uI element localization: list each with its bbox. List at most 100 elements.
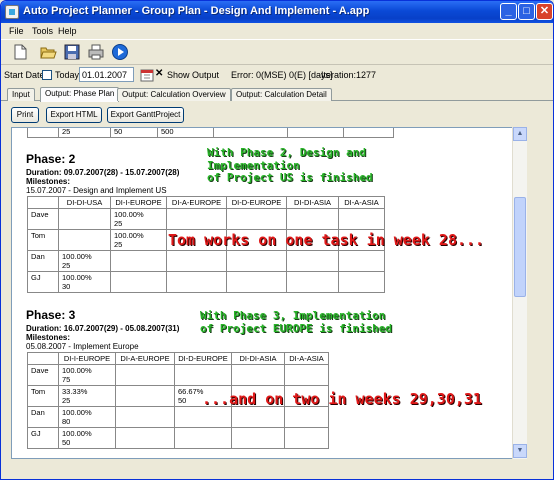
phase-3-title: Phase: 3 xyxy=(26,308,76,322)
menu-help[interactable]: Help xyxy=(58,26,77,36)
table-cell xyxy=(166,250,227,272)
iteration-status: Iteration:1277 xyxy=(321,70,377,80)
column-header: DI-DI-ASIA xyxy=(286,196,339,209)
table-row: GJ 100.00% 50 xyxy=(27,427,329,449)
table-cell xyxy=(286,271,339,293)
today-checkbox[interactable] xyxy=(42,70,52,80)
column-header: DI-A-ASIA xyxy=(284,352,329,365)
tab-calculation-detail[interactable]: Output: Calculation Detail xyxy=(231,88,332,101)
column-header: DI-A-EUROPE xyxy=(166,196,227,209)
print-icon[interactable] xyxy=(87,43,105,61)
action-buttons: Print Export HTML Export GanttProject xyxy=(1,107,553,123)
table-header-row: DI-DI-USA DI-I-EUROPE DI-A-EUROPE DI-D-EURO… xyxy=(27,196,385,209)
table-cell: 500 xyxy=(157,128,214,138)
annotation-week-28: Tom works on one task in week 28... xyxy=(168,231,485,249)
table-cell: 100.00% 25 xyxy=(110,208,167,230)
table-row: Dave 100.00% 75 xyxy=(27,364,329,386)
menu-tools[interactable]: Tools xyxy=(32,26,53,36)
table-header-row: DI-I-EUROPE DI-A-EUROPE DI-D-EUROPE DI-DI-A… xyxy=(27,352,329,365)
column-header: DI-DI-ASIA xyxy=(231,352,285,365)
table-cell: 25 xyxy=(58,128,111,138)
table-cell xyxy=(174,364,232,386)
table-cell xyxy=(286,208,339,230)
table-cell: 100.00% 75 xyxy=(58,364,116,386)
column-header xyxy=(27,196,59,209)
run-icon[interactable] xyxy=(111,43,129,61)
tab-phase-plan[interactable]: Output: Phase Plan xyxy=(40,87,120,102)
table-cell xyxy=(284,406,329,428)
close-button[interactable]: ✕ xyxy=(536,3,553,20)
table-cell xyxy=(231,427,285,449)
table-cell xyxy=(226,271,287,293)
options-row: Start Date Today 01.01.2007 ✕ Show Outpu… xyxy=(1,66,553,84)
export-html-button[interactable]: Export HTML xyxy=(46,107,102,123)
table-cell xyxy=(174,406,232,428)
column-header: DI-DI-USA xyxy=(58,196,111,209)
table-cell xyxy=(115,406,175,428)
row-label: Dave xyxy=(27,208,59,230)
scroll-down-button[interactable]: ▼ xyxy=(513,444,527,458)
table-cell xyxy=(338,271,385,293)
print-button[interactable]: Print xyxy=(11,107,39,123)
phase-3-milestones-label: Milestones: xyxy=(26,333,71,342)
maximize-button[interactable]: □ xyxy=(518,3,535,20)
table-cell xyxy=(110,250,167,272)
table-cell: 100.00% 25 xyxy=(110,229,167,251)
error-status: Error: 0(MSE) 0(E) [days] xyxy=(231,70,333,80)
vertical-scrollbar[interactable]: ▲ ▼ xyxy=(512,127,527,459)
table-cell: 33.33% 25 xyxy=(58,385,116,407)
table-cell: 100.00% 50 xyxy=(58,427,116,449)
phase-2-title: Phase: 2 xyxy=(26,152,76,166)
save-icon[interactable] xyxy=(63,43,81,61)
column-header: DI-A-ASIA xyxy=(338,196,385,209)
table-cell xyxy=(286,250,339,272)
scroll-thumb[interactable] xyxy=(514,197,526,297)
row-label: GJ xyxy=(27,271,59,293)
column-header: DI-D-EUROPE xyxy=(226,196,287,209)
row-label: Dan xyxy=(27,406,59,428)
tab-strip: Input Output: Phase Plan Output: Calcula… xyxy=(1,87,553,102)
previous-phase-table: 25 50 500 xyxy=(27,128,394,138)
calendar-icon[interactable] xyxy=(140,68,154,82)
start-date-input[interactable]: 01.01.2007 xyxy=(79,67,134,82)
phase-3-milestone: 05.08.2007 - Implement Europe xyxy=(26,342,139,351)
annotation-line: With Phase 3, Implementation of Project … xyxy=(200,309,393,335)
new-doc-icon[interactable] xyxy=(11,43,29,61)
minimize-button[interactable]: _ xyxy=(500,3,517,20)
row-label: Dan xyxy=(27,250,59,272)
open-folder-icon[interactable] xyxy=(39,43,57,61)
table-cell: 100.00% 30 xyxy=(58,271,111,293)
phase-2-milestone: 15.07.2007 - Design and Implement US xyxy=(26,186,167,195)
tab-input[interactable]: Input xyxy=(7,88,35,101)
table-cell xyxy=(58,208,111,230)
table-cell xyxy=(231,406,285,428)
table-cell xyxy=(58,229,111,251)
scroll-up-button[interactable]: ▲ xyxy=(513,127,527,141)
menu-file[interactable]: File xyxy=(9,26,24,36)
today-label: Today xyxy=(55,70,80,80)
toolbar xyxy=(1,39,553,65)
table-cell xyxy=(115,427,175,449)
show-output-checkbox[interactable]: ✕ xyxy=(155,68,163,79)
table-cell xyxy=(226,250,287,272)
table-cell xyxy=(226,208,287,230)
window-title: Auto Project Planner - Group Plan - Desi… xyxy=(23,5,370,17)
column-header: DI-I-EUROPE xyxy=(58,352,116,365)
column-header: DI-D-EUROPE xyxy=(174,352,232,365)
row-label: Tom xyxy=(27,229,59,251)
row-label: GJ xyxy=(27,427,59,449)
status-bar xyxy=(1,464,553,479)
table-cell xyxy=(338,250,385,272)
table-cell xyxy=(110,271,167,293)
table-cell xyxy=(338,208,385,230)
table-cell: 100.00% 25 xyxy=(58,250,111,272)
tab-calculation-overview[interactable]: Output: Calculation Overview xyxy=(117,88,231,101)
table-cell xyxy=(115,364,175,386)
annotation-phase-2: With Phase 2, Design and Implementation … xyxy=(207,146,373,185)
row-label: Dave xyxy=(27,364,59,386)
table-cell xyxy=(115,385,175,407)
row-label: Tom xyxy=(27,385,59,407)
table-cell xyxy=(284,427,329,449)
annotation-line: With Phase 2, Design and Implementation … xyxy=(207,146,373,185)
export-gantt-button[interactable]: Export GanttProject xyxy=(107,107,184,123)
